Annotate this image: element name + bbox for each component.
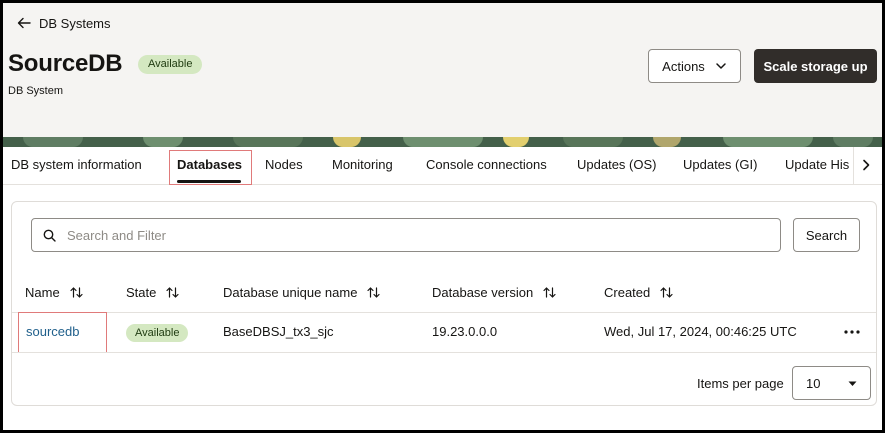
status-badge: Available bbox=[138, 55, 203, 74]
decorative-banner bbox=[3, 137, 882, 147]
actions-button-label: Actions bbox=[662, 58, 705, 74]
sort-icon[interactable] bbox=[367, 286, 381, 299]
tab-bar: DB system information Databases Nodes Mo… bbox=[3, 147, 882, 185]
created-cell: Wed, Jul 17, 2024, 00:46:25 UTC bbox=[604, 324, 797, 339]
tab-nodes[interactable]: Nodes bbox=[265, 157, 303, 172]
arrow-left-icon bbox=[17, 17, 31, 29]
sort-icon[interactable] bbox=[543, 286, 556, 299]
search-input[interactable] bbox=[67, 227, 747, 243]
version-cell: 19.23.0.0.0 bbox=[432, 324, 498, 339]
databases-panel: Search Name State Database unique name D… bbox=[11, 201, 877, 406]
tab-db-system-information[interactable]: DB system information bbox=[11, 157, 142, 172]
sort-icon[interactable] bbox=[660, 286, 673, 299]
app-window: DB Systems SourceDB Available DB System … bbox=[0, 0, 885, 433]
items-per-page-value: 10 bbox=[806, 375, 821, 391]
chevron-right-icon[interactable] bbox=[859, 158, 873, 172]
column-header-version[interactable]: Database version bbox=[432, 285, 556, 300]
highlight-box-tab bbox=[169, 150, 252, 185]
page-subtitle: DB System bbox=[8, 85, 64, 97]
caret-down-icon bbox=[848, 381, 857, 386]
sort-icon[interactable] bbox=[70, 286, 83, 299]
row-divider bbox=[12, 312, 876, 313]
column-header-label: Created bbox=[604, 285, 651, 300]
search-icon bbox=[43, 229, 56, 242]
search-filter-field[interactable] bbox=[31, 218, 781, 252]
column-header-label: Database unique name bbox=[223, 285, 358, 300]
items-per-page-label: Items per page bbox=[697, 376, 784, 391]
column-header-label: Name bbox=[25, 285, 60, 300]
column-header-label: Database version bbox=[432, 285, 534, 300]
items-per-page-select[interactable]: 10 bbox=[792, 366, 871, 400]
tab-updates-gi[interactable]: Updates (GI) bbox=[683, 157, 757, 172]
state-badge: Available bbox=[126, 324, 189, 342]
page-header: DB Systems SourceDB Available DB System … bbox=[3, 3, 882, 139]
unique-name-cell: BaseDBSJ_tx3_sjc bbox=[223, 324, 334, 339]
back-link[interactable]: DB Systems bbox=[17, 14, 111, 32]
page-title: SourceDB bbox=[8, 50, 123, 77]
row-divider bbox=[12, 352, 876, 353]
actions-button[interactable]: Actions bbox=[648, 49, 741, 83]
column-header-name[interactable]: Name bbox=[25, 285, 83, 300]
chevron-down-icon bbox=[716, 63, 726, 69]
scale-storage-up-button[interactable]: Scale storage up bbox=[754, 49, 877, 83]
more-actions-icon[interactable] bbox=[843, 330, 861, 334]
back-link-label: DB Systems bbox=[39, 15, 111, 31]
tab-monitoring[interactable]: Monitoring bbox=[332, 157, 393, 172]
search-button[interactable]: Search bbox=[793, 218, 860, 252]
column-header-created[interactable]: Created bbox=[604, 285, 673, 300]
column-header-state[interactable]: State bbox=[126, 285, 179, 300]
tab-divider bbox=[853, 147, 854, 184]
tab-updates-os[interactable]: Updates (OS) bbox=[577, 157, 656, 172]
sort-icon[interactable] bbox=[166, 286, 179, 299]
column-header-label: State bbox=[126, 285, 157, 300]
tab-update-history[interactable]: Update His bbox=[785, 157, 851, 172]
column-header-unique-name[interactable]: Database unique name bbox=[223, 285, 381, 300]
highlight-box-name bbox=[18, 312, 107, 353]
tab-console-connections[interactable]: Console connections bbox=[426, 157, 547, 172]
